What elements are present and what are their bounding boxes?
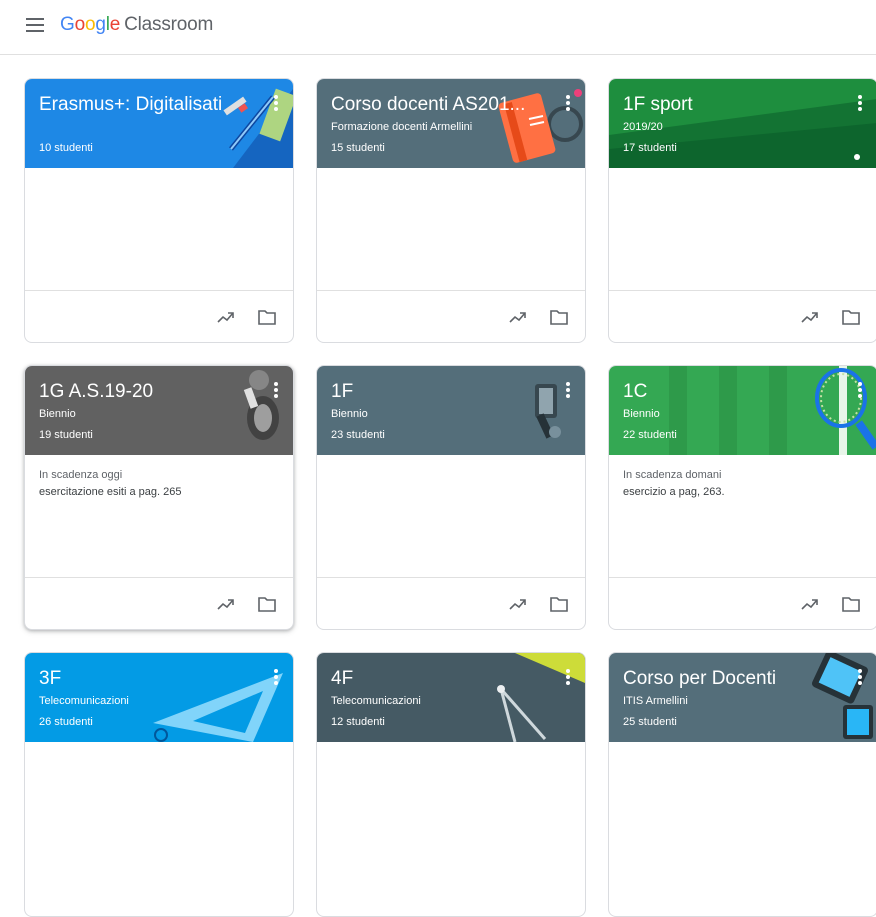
more-options-icon[interactable] [273, 95, 279, 113]
class-student-count: 23 studenti [331, 429, 385, 441]
class-title[interactable]: 3F [39, 668, 61, 690]
engine-piston-illustration [535, 384, 561, 439]
trending-up-icon[interactable] [508, 307, 528, 327]
class-card-footer [609, 290, 876, 342]
class-card[interactable]: 1G A.S.19-20 Biennio 19 studenti In scad… [24, 365, 294, 630]
class-card-header[interactable]: 1F Biennio 23 studenti [317, 366, 585, 455]
class-student-count: 17 studenti [623, 142, 677, 154]
more-options-icon[interactable] [857, 382, 863, 400]
folder-icon[interactable] [549, 308, 569, 326]
class-student-count: 19 studenti [39, 429, 93, 441]
class-card[interactable]: 1C Biennio 22 studenti In scadenza doman… [608, 365, 876, 630]
more-options-icon[interactable] [273, 669, 279, 687]
class-card-header[interactable]: Corso per Docenti ITIS Armellini 25 stud… [609, 653, 876, 742]
class-card-body: In scadenza oggi esercitazione esiti a p… [25, 455, 293, 578]
class-student-count: 22 studenti [623, 429, 677, 441]
class-section: Formazione docenti Armellini [331, 121, 473, 133]
class-section: Biennio [39, 408, 76, 420]
assignment-link[interactable]: esercitazione esiti a pag. 265 [39, 486, 181, 498]
folder-icon[interactable] [257, 308, 277, 326]
folder-icon[interactable] [841, 595, 861, 613]
hamburger-menu-icon[interactable] [26, 18, 44, 32]
set-square-illustration [153, 673, 283, 742]
class-card-body [317, 455, 585, 578]
more-options-icon[interactable] [857, 669, 863, 687]
class-student-count: 10 studenti [39, 142, 93, 154]
class-section: Telecomunicazioni [331, 695, 421, 707]
tablet-illustration [812, 653, 873, 739]
class-section: ITIS Armellini [623, 695, 688, 707]
more-options-icon[interactable] [273, 382, 279, 400]
class-title[interactable]: 1F sport [623, 94, 693, 116]
class-card[interactable]: 3F Telecomunicazioni 26 studenti [24, 652, 294, 917]
class-card-header[interactable]: 1F sport 2019/20 17 studenti [609, 79, 876, 168]
class-card-footer [609, 577, 876, 629]
trending-up-icon[interactable] [800, 307, 820, 327]
class-student-count: 12 studenti [331, 716, 385, 728]
trending-up-icon[interactable] [800, 594, 820, 614]
more-options-icon[interactable] [857, 95, 863, 113]
due-label: In scadenza oggi [39, 469, 123, 481]
product-name: Classroom [124, 14, 214, 35]
pen-illustration [223, 88, 293, 168]
class-section: Biennio [331, 408, 368, 420]
class-card-body [609, 168, 876, 291]
more-options-icon[interactable] [565, 382, 571, 400]
top-app-bar: Google Classroom [0, 0, 876, 55]
class-title[interactable]: 1F [331, 381, 353, 403]
class-card-footer [25, 290, 293, 342]
scissors-illustration [243, 370, 279, 440]
class-title[interactable]: Corso docenti AS201... [331, 94, 525, 116]
class-student-count: 25 studenti [623, 716, 677, 728]
class-section: Biennio [623, 408, 660, 420]
book-illustration [498, 89, 583, 163]
class-card[interactable]: 1F Biennio 23 studenti [316, 365, 586, 630]
class-card[interactable]: 4F Telecomunicazioni 12 studenti [316, 652, 586, 917]
class-title[interactable]: 4F [331, 668, 353, 690]
class-title[interactable]: Erasmus+: Digitalisati [39, 94, 222, 116]
folder-icon[interactable] [841, 308, 861, 326]
class-card-header[interactable]: Erasmus+: Digitalisati 10 studenti [25, 79, 293, 168]
class-student-count: 26 studenti [39, 716, 93, 728]
class-card-footer [317, 577, 585, 629]
trending-up-icon[interactable] [216, 307, 236, 327]
class-card-header[interactable]: 4F Telecomunicazioni 12 studenti [317, 653, 585, 742]
class-card[interactable]: Erasmus+: Digitalisati 10 studenti [24, 78, 294, 343]
more-options-icon[interactable] [565, 669, 571, 687]
class-card[interactable]: Corso per Docenti ITIS Armellini 25 stud… [608, 652, 876, 917]
class-card-header[interactable]: Corso docenti AS201... Formazione docent… [317, 79, 585, 168]
more-options-icon[interactable] [565, 95, 571, 113]
trending-up-icon[interactable] [508, 594, 528, 614]
class-card-header[interactable]: 3F Telecomunicazioni 26 studenti [25, 653, 293, 742]
folder-icon[interactable] [257, 595, 277, 613]
google-classroom-logo[interactable]: Google Classroom [60, 14, 213, 36]
class-title[interactable]: 1G A.S.19-20 [39, 381, 153, 403]
class-student-count: 15 studenti [331, 142, 385, 154]
class-card-header[interactable]: 1C Biennio 22 studenti [609, 366, 876, 455]
class-title[interactable]: 1C [623, 381, 647, 403]
class-card-footer [317, 290, 585, 342]
class-card[interactable]: Corso docenti AS201... Formazione docent… [316, 78, 586, 343]
class-card[interactable]: 1F sport 2019/20 17 studenti [608, 78, 876, 343]
class-card-header[interactable]: 1G A.S.19-20 Biennio 19 studenti [25, 366, 293, 455]
due-label: In scadenza domani [623, 469, 722, 481]
trending-up-icon[interactable] [216, 594, 236, 614]
class-card-body: In scadenza domani esercizio a pag, 263. [609, 455, 876, 578]
class-card-footer [25, 577, 293, 629]
class-section: Telecomunicazioni [39, 695, 129, 707]
assignment-link[interactable]: esercizio a pag, 263. [623, 486, 725, 498]
compass-illustration [497, 653, 585, 742]
class-section: 2019/20 [623, 121, 663, 133]
class-card-body [25, 168, 293, 291]
class-card-body [317, 168, 585, 291]
folder-icon[interactable] [549, 595, 569, 613]
class-title[interactable]: Corso per Docenti [623, 668, 776, 690]
